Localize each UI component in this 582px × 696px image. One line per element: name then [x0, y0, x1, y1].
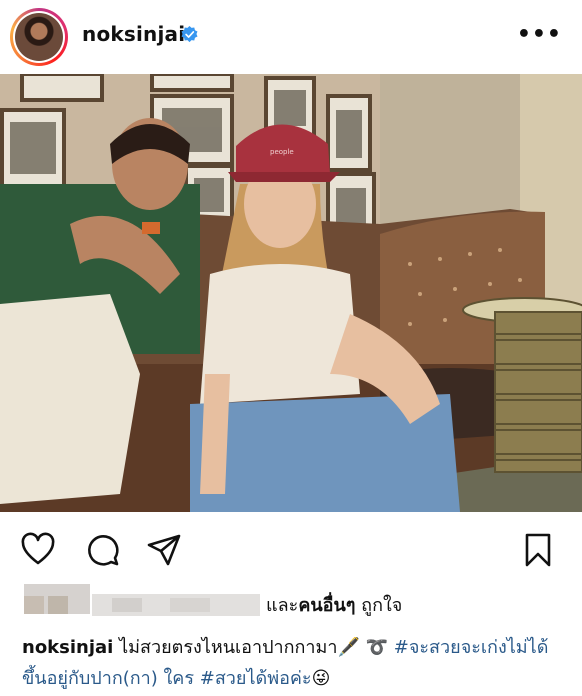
more-options-icon[interactable]: ••• — [517, 22, 562, 47]
bookmark-icon[interactable] — [520, 532, 556, 568]
share-icon[interactable] — [146, 532, 182, 568]
caption-username[interactable]: noksinjai — [22, 637, 113, 658]
post-username[interactable]: noksinjai — [82, 22, 185, 46]
post-photo[interactable]: people — [0, 74, 582, 512]
heart-icon[interactable] — [20, 532, 56, 568]
verified-badge-icon — [181, 26, 198, 43]
likes-text[interactable]: และคนอื่นๆ ถูกใจ — [266, 590, 402, 619]
emoji: 😜 — [311, 668, 331, 689]
likes-row: และคนอื่นๆ ถูกใจ — [0, 584, 582, 624]
post-header: noksinjai ••• — [0, 0, 582, 74]
caption-text: ไม่สวยตรงไหนเอาปากกามา🖋️ ➰ — [113, 637, 394, 658]
post-action-bar — [0, 528, 582, 572]
post-caption: noksinjai ไม่สวยตรงไหนเอาปากกามา🖋️ ➰ #จะ… — [22, 632, 567, 694]
comment-icon[interactable] — [84, 532, 120, 568]
hashtag-link[interactable]: #สวยได้พ่อค่ะ — [200, 668, 312, 689]
svg-text:people: people — [270, 148, 294, 156]
avatar[interactable] — [10, 8, 68, 66]
